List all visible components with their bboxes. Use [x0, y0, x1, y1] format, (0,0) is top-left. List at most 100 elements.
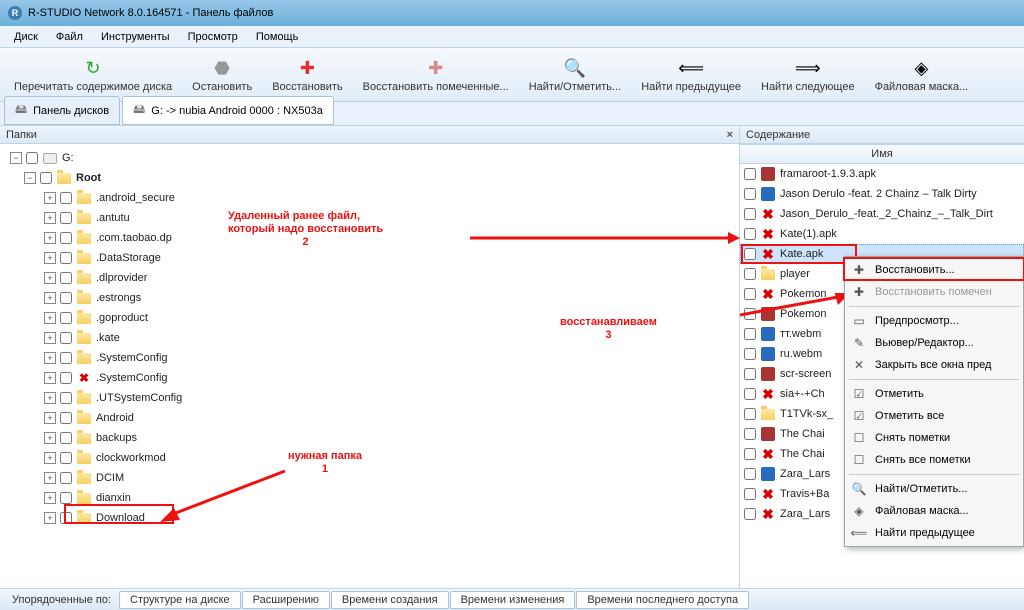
tree-checkbox[interactable] — [60, 212, 72, 224]
ctx-unmark-all[interactable]: ☐Снять все пометки — [845, 449, 1023, 471]
ctx-find[interactable]: 🔍Найти/Отметить... — [845, 478, 1023, 500]
column-header-name[interactable]: Имя — [740, 144, 1024, 164]
expander-icon[interactable]: − — [10, 152, 22, 164]
file-row[interactable]: framaroot-1.9.3.apk — [740, 164, 1024, 184]
tree-checkbox[interactable] — [60, 372, 72, 384]
tree-checkbox[interactable] — [60, 452, 72, 464]
tree-checkbox[interactable] — [40, 172, 52, 184]
file-checkbox[interactable] — [744, 448, 756, 460]
menu-help[interactable]: Помощь — [248, 29, 307, 45]
tab-drives-panel[interactable]: 🖴Панель дисков — [4, 96, 120, 125]
tree-item-dcim[interactable]: +DCIM — [0, 468, 739, 488]
file-checkbox[interactable] — [744, 328, 756, 340]
tree-item-android[interactable]: +Android — [0, 408, 739, 428]
expander-icon[interactable]: + — [44, 492, 56, 504]
tab-current-drive[interactable]: 🖴G: -> nubia Android 0000 : NX503a — [122, 96, 334, 125]
toolbar-filemask[interactable]: ◈Файловая маска... — [867, 51, 977, 99]
file-checkbox[interactable] — [744, 288, 756, 300]
tree-item--dlprovider[interactable]: +.dlprovider — [0, 268, 739, 288]
file-checkbox[interactable] — [744, 268, 756, 280]
file-checkbox[interactable] — [744, 208, 756, 220]
tree-item--android-secure[interactable]: +.android_secure — [0, 188, 739, 208]
file-checkbox[interactable] — [744, 428, 756, 440]
file-row[interactable]: Jason Derulo -feat. 2 Chainz – Talk Dirt… — [740, 184, 1024, 204]
ctx-mark[interactable]: ☑Отметить — [845, 383, 1023, 405]
expander-icon[interactable]: + — [44, 252, 56, 264]
toolbar-recover[interactable]: ✚Восстановить — [264, 51, 350, 99]
tree-checkbox[interactable] — [60, 332, 72, 344]
expander-icon[interactable]: + — [44, 512, 56, 524]
ctx-mark-all[interactable]: ☑Отметить все — [845, 405, 1023, 427]
file-checkbox[interactable] — [744, 228, 756, 240]
ctx-close-all[interactable]: ✕Закрыть все окна пред — [845, 354, 1023, 376]
tree-checkbox[interactable] — [60, 192, 72, 204]
tree-checkbox[interactable] — [60, 412, 72, 424]
tree-item--antutu[interactable]: +.antutu — [0, 208, 739, 228]
expander-icon[interactable]: − — [24, 172, 36, 184]
tree-checkbox[interactable] — [60, 292, 72, 304]
toolbar-find-next[interactable]: ⟹Найти следующее — [753, 51, 863, 99]
file-checkbox[interactable] — [744, 168, 756, 180]
tree-item-backups[interactable]: +backups — [0, 428, 739, 448]
tree-checkbox[interactable] — [26, 152, 38, 164]
expander-icon[interactable]: + — [44, 272, 56, 284]
expander-icon[interactable]: + — [44, 292, 56, 304]
tree-checkbox[interactable] — [60, 392, 72, 404]
toolbar-find-prev[interactable]: ⟸Найти предыдущее — [633, 51, 749, 99]
file-checkbox[interactable] — [744, 488, 756, 500]
expander-icon[interactable]: + — [44, 212, 56, 224]
file-row[interactable]: ✖Kate(1).apk — [740, 224, 1024, 244]
menu-disk[interactable]: Диск — [6, 29, 46, 45]
tree-checkbox[interactable] — [60, 272, 72, 284]
file-checkbox[interactable] — [744, 508, 756, 520]
tree-item--goproduct[interactable]: +.goproduct — [0, 308, 739, 328]
tree-item--com-taobao-dp[interactable]: +.com.taobao.dp — [0, 228, 739, 248]
expander-icon[interactable]: + — [44, 472, 56, 484]
expander-icon[interactable]: + — [44, 392, 56, 404]
ctx-recover-marked[interactable]: ✚Восстановить помечен — [845, 281, 1023, 303]
menu-tools[interactable]: Инструменты — [93, 29, 178, 45]
toolbar-recover-marked[interactable]: ✚Восстановить помеченные... — [355, 51, 517, 99]
expander-icon[interactable]: + — [44, 432, 56, 444]
file-checkbox[interactable] — [744, 368, 756, 380]
file-checkbox[interactable] — [744, 188, 756, 200]
tree-item--systemconfig[interactable]: +.SystemConfig — [0, 348, 739, 368]
expander-icon[interactable]: + — [44, 192, 56, 204]
file-checkbox[interactable] — [744, 468, 756, 480]
sort-created[interactable]: Времени создания — [331, 591, 449, 609]
tree-checkbox[interactable] — [60, 252, 72, 264]
expander-icon[interactable]: + — [44, 352, 56, 364]
sort-structure[interactable]: Структуре на диске — [119, 591, 241, 609]
expander-icon[interactable]: + — [44, 372, 56, 384]
tree-item--kate[interactable]: +.kate — [0, 328, 739, 348]
file-checkbox[interactable] — [744, 308, 756, 320]
tree-checkbox[interactable] — [60, 432, 72, 444]
expander-icon[interactable]: + — [44, 332, 56, 344]
toolbar-reread[interactable]: ↻Перечитать содержимое диска — [6, 51, 180, 99]
tree-drive-root[interactable]: −G: — [0, 148, 739, 168]
tree-checkbox[interactable] — [60, 312, 72, 324]
file-checkbox[interactable] — [744, 348, 756, 360]
tree-item--datastorage[interactable]: +.DataStorage — [0, 248, 739, 268]
ctx-unmark[interactable]: ☐Снять пометки — [845, 427, 1023, 449]
expander-icon[interactable]: + — [44, 412, 56, 424]
tree-item--utsystemconfig[interactable]: +.UTSystemConfig — [0, 388, 739, 408]
file-checkbox[interactable] — [744, 388, 756, 400]
sort-extension[interactable]: Расширению — [242, 591, 330, 609]
ctx-filemask[interactable]: ◈Файловая маска... — [845, 500, 1023, 522]
file-checkbox[interactable] — [744, 408, 756, 420]
toolbar-stop[interactable]: ⬣Остановить — [184, 51, 260, 99]
menu-view[interactable]: Просмотр — [180, 29, 246, 45]
toolbar-find[interactable]: 🔍Найти/Отметить... — [521, 51, 629, 99]
tree-checkbox[interactable] — [60, 352, 72, 364]
expander-icon[interactable]: + — [44, 232, 56, 244]
menu-file[interactable]: Файл — [48, 29, 91, 45]
tree-item--estrongs[interactable]: +.estrongs — [0, 288, 739, 308]
tree-checkbox[interactable] — [60, 492, 72, 504]
expander-icon[interactable]: + — [44, 312, 56, 324]
tree-item-clockworkmod[interactable]: +clockworkmod — [0, 448, 739, 468]
sort-modified[interactable]: Времени изменения — [450, 591, 576, 609]
file-row[interactable]: ✖Jason_Derulo_-feat._2_Chainz_–_Talk_Dir… — [740, 204, 1024, 224]
expander-icon[interactable]: + — [44, 452, 56, 464]
ctx-find-prev[interactable]: ⟸Найти предыдущее — [845, 522, 1023, 544]
